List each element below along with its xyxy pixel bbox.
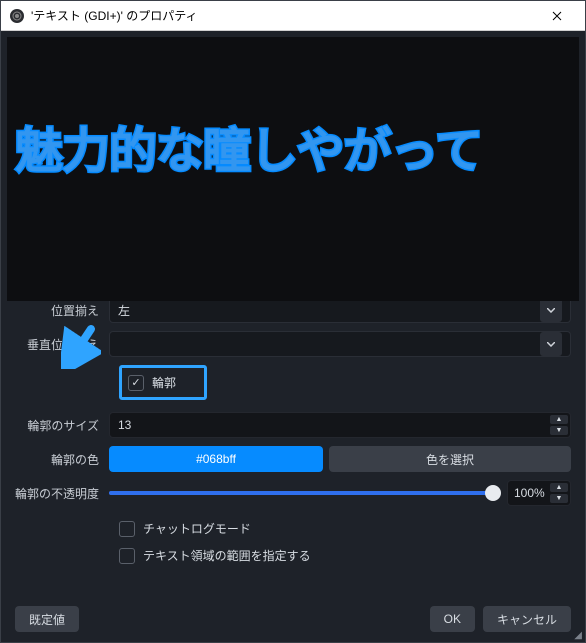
stepper-up-icon[interactable]: ▲ xyxy=(550,415,568,424)
ok-button[interactable]: OK xyxy=(430,606,475,632)
checkbox-bounds-label: テキスト領域の範囲を指定する xyxy=(143,547,311,564)
annotation-highlight: 輪郭 xyxy=(119,365,207,400)
label-outline-opacity: 輪郭の不透明度 xyxy=(15,485,109,502)
stepper-up-icon[interactable]: ▲ xyxy=(550,483,568,492)
footer: 既定値 OK キャンセル xyxy=(1,596,585,642)
input-opacity-value: 100% xyxy=(514,486,545,500)
color-swatch-value: #068bff xyxy=(196,452,236,466)
select-valign[interactable] xyxy=(109,331,571,357)
row-valign: 垂直位置揃え xyxy=(15,331,571,357)
checkbox-outline[interactable] xyxy=(128,375,144,391)
chevron-down-icon xyxy=(540,301,562,322)
app-icon xyxy=(9,8,25,24)
row-outline-color: 輪郭の色 #068bff 色を選択 xyxy=(15,446,571,472)
select-align[interactable]: 左 xyxy=(109,301,571,323)
row-outline-opacity: 輪郭の不透明度 100% ▲ ▼ xyxy=(15,480,571,506)
label-outline-color: 輪郭の色 xyxy=(15,451,109,468)
cancel-button[interactable]: キャンセル xyxy=(483,606,571,632)
window-title: 'テキスト (GDI+)' のプロパティ xyxy=(31,7,537,24)
checkbox-chatlog[interactable] xyxy=(119,521,135,537)
stepper-down-icon[interactable]: ▼ xyxy=(550,494,568,503)
properties-form: 位置揃え 左 垂直位置揃え 輪郭 xyxy=(1,301,585,596)
checkbox-outline-label: 輪郭 xyxy=(152,374,176,391)
slider-opacity[interactable] xyxy=(109,491,493,495)
row-align: 位置揃え 左 xyxy=(15,301,571,323)
preview-area: 魅力的な瞳しやがって xyxy=(7,37,579,301)
titlebar: 'テキスト (GDI+)' のプロパティ xyxy=(1,1,585,31)
row-chatlog: チャットログモード xyxy=(15,520,571,537)
row-bounds: テキスト領域の範囲を指定する xyxy=(15,547,571,564)
color-swatch[interactable]: #068bff xyxy=(109,446,323,472)
stepper-down-icon[interactable]: ▼ xyxy=(550,426,568,435)
row-outline-check: 輪郭 xyxy=(15,365,571,400)
chevron-down-icon xyxy=(540,332,562,356)
select-align-value: 左 xyxy=(118,302,130,319)
checkbox-chatlog-label: チャットログモード xyxy=(143,520,251,537)
label-valign: 垂直位置揃え xyxy=(15,336,109,353)
defaults-button[interactable]: 既定値 xyxy=(15,606,79,632)
label-align: 位置揃え xyxy=(15,302,109,319)
label-outline-size: 輪郭のサイズ xyxy=(15,417,109,434)
row-outline-size: 輪郭のサイズ 13 ▲ ▼ xyxy=(15,412,571,438)
checkbox-bounds[interactable] xyxy=(119,548,135,564)
preview-text: 魅力的な瞳しやがって xyxy=(15,111,482,181)
input-outline-size[interactable]: 13 ▲ ▼ xyxy=(109,412,571,438)
input-opacity[interactable]: 100% ▲ ▼ xyxy=(507,480,571,506)
slider-fill xyxy=(109,491,493,495)
pick-color-button[interactable]: 色を選択 xyxy=(329,446,571,472)
close-button[interactable] xyxy=(537,1,577,31)
slider-thumb[interactable] xyxy=(485,485,501,501)
resize-grip-icon[interactable]: ◢ xyxy=(574,630,582,641)
input-outline-size-value: 13 xyxy=(118,418,131,432)
